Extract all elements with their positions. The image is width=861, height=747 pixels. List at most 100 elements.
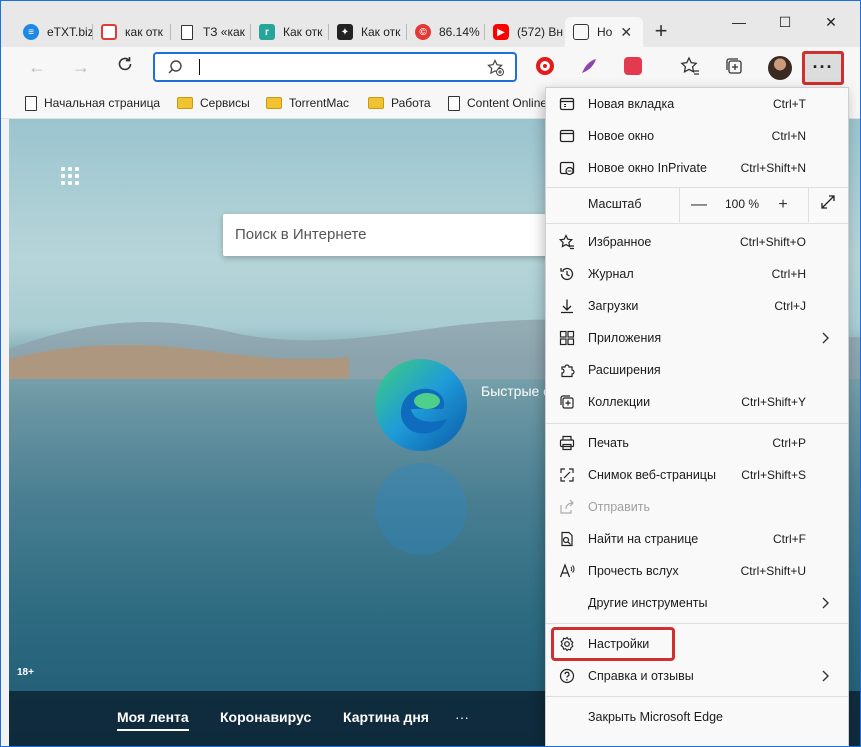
zoom-in-button[interactable]: + (772, 194, 794, 216)
menu-divider (546, 696, 848, 697)
chevron-right-icon (822, 332, 829, 344)
menu-label: Расширения (588, 363, 661, 377)
menu-new-tab[interactable]: Новая вкладка Ctrl+T (546, 88, 848, 120)
minimize-button[interactable]: — (716, 7, 762, 37)
address-bar[interactable] (153, 52, 517, 82)
add-favorite-icon[interactable] (487, 59, 505, 77)
settings-and-more-button[interactable]: ··· (802, 51, 844, 85)
menu-downloads[interactable]: Загрузки Ctrl+J (546, 290, 848, 322)
close-window-button[interactable]: ✕ (808, 7, 854, 37)
menu-label: Приложения (588, 331, 662, 345)
menu-read-aloud[interactable]: Прочесть вслух Ctrl+Shift+U (546, 555, 848, 587)
tab-my-feed[interactable]: Моя лента (117, 709, 189, 731)
menu-favorites[interactable]: Избранное Ctrl+Shift+O (546, 226, 848, 258)
menu-label: Справка и отзывы (588, 669, 694, 683)
apps-grid-icon[interactable] (61, 167, 79, 185)
collections-icon[interactable] (723, 55, 745, 77)
more-feed-button[interactable]: ··· (455, 709, 469, 725)
menu-divider (546, 423, 848, 424)
new-tab-icon (559, 96, 575, 112)
menu-web-capture[interactable]: Снимок веб-страницы Ctrl+Shift+S (546, 459, 848, 491)
menu-help-feedback[interactable]: Справка и отзывы (546, 660, 848, 692)
close-icon[interactable]: ✕ (620, 24, 632, 41)
fav-label: Работа (391, 96, 431, 110)
menu-history[interactable]: Журнал Ctrl+H (546, 258, 848, 290)
profile-avatar[interactable] (768, 56, 792, 80)
menu-apps[interactable]: Приложения (546, 322, 848, 354)
chevron-right-icon (822, 670, 829, 682)
zoom-controls: — 100 % + (679, 188, 846, 222)
tab-youtube[interactable]: ▶ (572) Вн (485, 17, 563, 47)
fav-label: TorrentMac (289, 96, 350, 110)
menu-label: Снимок веб-страницы (588, 468, 716, 482)
favorites-icon[interactable] (679, 55, 701, 77)
fav-work[interactable]: Работа (368, 94, 431, 112)
menu-label: Новая вкладка (588, 97, 675, 111)
fav-label: Сервисы (200, 96, 250, 110)
menu-shortcut: Ctrl+Shift+U (740, 564, 806, 578)
screenshot-icon (559, 467, 575, 483)
zoom-value: 100 % (724, 197, 760, 211)
menu-label: Коллекции (588, 395, 651, 409)
zoom-out-button[interactable]: — (688, 194, 710, 216)
forward-button[interactable]: → (67, 53, 95, 81)
menu-shortcut: Ctrl+T (773, 97, 806, 111)
print-icon (559, 435, 575, 451)
fav-label: Начальная страница (44, 96, 161, 110)
fav-content-online[interactable]: Content Online (448, 94, 547, 112)
menu-print[interactable]: Печать Ctrl+P (546, 427, 848, 459)
page-icon: r (259, 24, 275, 40)
tab-black[interactable]: ✦ Как отк (329, 17, 407, 47)
feather-extension-icon[interactable] (578, 55, 600, 77)
apps-icon (559, 330, 575, 346)
tab-label: Но (597, 25, 613, 39)
fullscreen-button[interactable] (817, 194, 839, 216)
text-caret (199, 59, 200, 75)
quick-links-label[interactable]: Быстрые с (481, 383, 550, 399)
fullscreen-icon (821, 195, 835, 209)
menu-inprivate[interactable]: Новое окно InPrivate Ctrl+Shift+N (546, 152, 848, 184)
tab-page[interactable]: r Как отк (251, 17, 329, 47)
menu-collections[interactable]: Коллекции Ctrl+Shift+Y (546, 386, 848, 418)
tab-etxt[interactable]: ≡ eTXT.biz (15, 17, 93, 47)
fav-torrentmac[interactable]: TorrentMac (266, 94, 349, 112)
browser-window: ≡ eTXT.biz как отк ТЗ «как r Как отк ✦ К… (0, 0, 861, 747)
zoom-label: Масштаб (588, 197, 642, 211)
etxt-icon: ≡ (23, 24, 39, 40)
dice-extension-icon[interactable] (622, 55, 644, 77)
tab-doc[interactable]: ТЗ «как (171, 17, 251, 47)
refresh-button[interactable] (111, 53, 139, 81)
web-search-input[interactable]: Поиск в Интернете (223, 214, 563, 256)
fav-start-page[interactable]: Начальная страница (25, 94, 160, 112)
toolbar: ← → ··· (1, 47, 860, 87)
tab-yandex[interactable]: как отк (93, 17, 171, 47)
maximize-button[interactable]: ☐ (762, 7, 808, 37)
newtab-icon (573, 24, 589, 40)
menu-find-on-page[interactable]: Найти на странице Ctrl+F (546, 523, 848, 555)
tab-label: ТЗ «как (203, 25, 245, 39)
menu-shortcut: Ctrl+Shift+Y (741, 395, 806, 409)
menu-new-window[interactable]: Новое окно Ctrl+N (546, 120, 848, 152)
menu-shortcut: Ctrl+Shift+N (740, 161, 806, 175)
opera-extension-icon[interactable] (534, 55, 556, 77)
menu-share: Отправить (546, 491, 848, 523)
menu-shortcut: Ctrl+J (774, 299, 806, 313)
menu-label: Новое окно InPrivate (588, 161, 707, 175)
chevron-right-icon (822, 597, 829, 609)
menu-extensions[interactable]: Расширения (546, 354, 848, 386)
tab-coronavirus[interactable]: Коронавирус (220, 709, 311, 725)
new-tab-button[interactable]: + (649, 19, 673, 43)
menu-label: Закрыть Microsoft Edge (588, 710, 723, 724)
tab-picture-of-day[interactable]: Картина дня (343, 709, 429, 725)
fav-services[interactable]: Сервисы (177, 94, 250, 112)
menu-close-edge[interactable]: Закрыть Microsoft Edge (546, 701, 848, 733)
menu-label: Найти на странице (588, 532, 699, 546)
extensions-icon (559, 362, 575, 378)
tab-label: eTXT.biz (47, 25, 93, 39)
back-button[interactable]: ← (23, 53, 51, 81)
menu-more-tools[interactable]: Другие инструменты (546, 587, 848, 619)
age-badge: 18+ (17, 667, 34, 678)
tab-active-newtab[interactable]: Но ✕ (565, 17, 643, 47)
menu-label: Другие инструменты (588, 596, 708, 610)
tab-percent[interactable]: © 86.14% (407, 17, 485, 47)
